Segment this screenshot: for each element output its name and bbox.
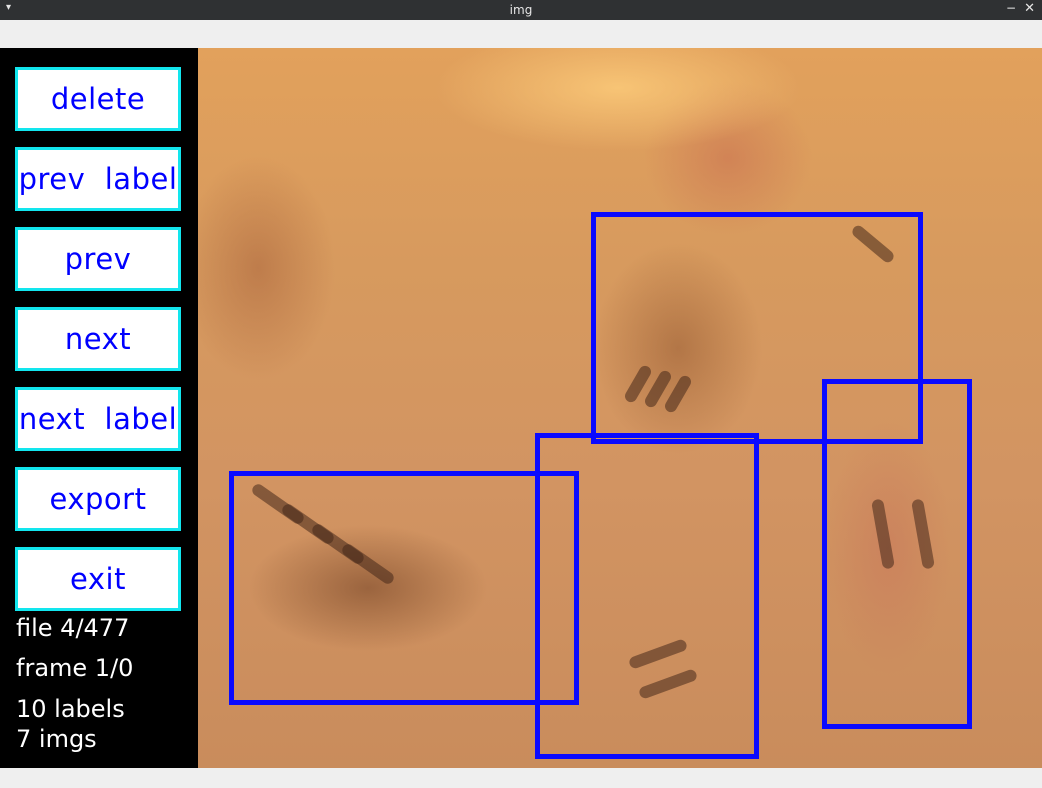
- title-bar: ▾ img − ✕: [0, 0, 1042, 20]
- sidebar-panel: delete prev label prev next next label e…: [0, 48, 198, 768]
- labels-count: 10 labels: [16, 695, 125, 723]
- bee-image[interactable]: [198, 48, 1042, 768]
- export-button[interactable]: export: [15, 467, 181, 531]
- bounding-box-2[interactable]: [822, 379, 972, 729]
- close-icon[interactable]: ✕: [1024, 1, 1035, 16]
- frame-counter: frame 1/0: [16, 654, 134, 682]
- prev-label-button[interactable]: prev label: [15, 147, 181, 211]
- file-counter: file 4/477: [16, 614, 130, 642]
- toolbar-strip: [0, 20, 1042, 48]
- window-title: img: [509, 3, 533, 17]
- prev-button[interactable]: prev: [15, 227, 181, 291]
- next-label-button[interactable]: next label: [15, 387, 181, 451]
- exit-button[interactable]: exit: [15, 547, 181, 611]
- minimize-icon[interactable]: −: [1006, 1, 1016, 15]
- status-strip: [0, 768, 1042, 788]
- delete-button[interactable]: delete: [15, 67, 181, 131]
- image-canvas[interactable]: delete prev label prev next next label e…: [0, 48, 1042, 768]
- next-button[interactable]: next: [15, 307, 181, 371]
- imgs-count: 7 imgs: [16, 725, 97, 753]
- bounding-box-4[interactable]: [229, 471, 579, 705]
